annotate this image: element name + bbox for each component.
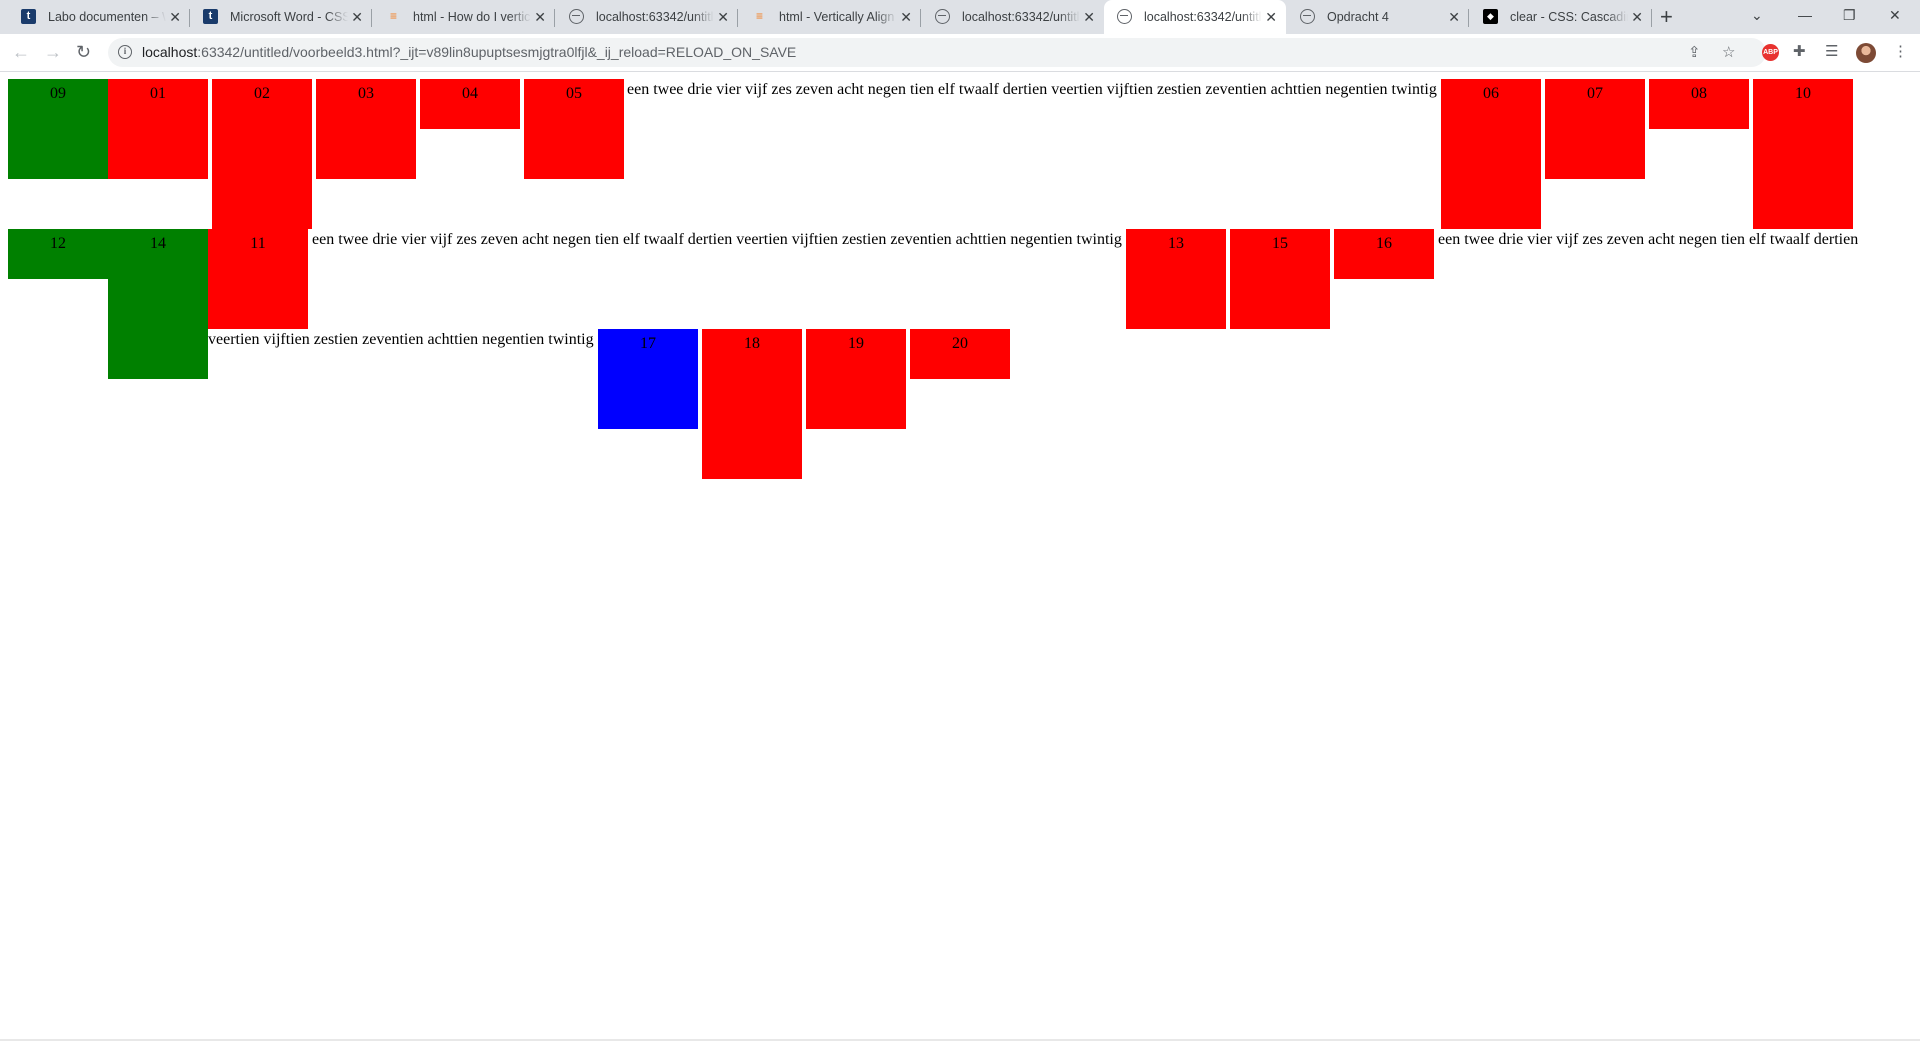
- close-icon[interactable]: ✕: [1083, 9, 1095, 25]
- mdn-icon: ◆: [1483, 9, 1498, 24]
- forward-arrow-icon[interactable]: →: [44, 42, 62, 62]
- globe-icon: [1117, 9, 1132, 24]
- box-08: 08: [1649, 79, 1749, 129]
- tab-separator: [554, 9, 555, 27]
- url-host: localhost: [142, 44, 198, 60]
- close-icon[interactable]: ✕: [351, 9, 363, 25]
- box-15: 15: [1230, 229, 1330, 329]
- tab-labo-documenten[interactable]: t Labo documenten – W ✕: [8, 0, 190, 34]
- globe-icon: [1300, 9, 1315, 24]
- tab-title: clear - CSS: Cascading: [1510, 10, 1628, 24]
- t-icon: t: [203, 9, 218, 24]
- inline-text-4: veertien vijftien zestien zeventien acht…: [208, 331, 594, 348]
- tab-title: localhost:63342/untitle: [1144, 10, 1262, 24]
- tab-separator: [1651, 9, 1652, 27]
- tab-microsoft-word[interactable]: t Microsoft Word - CSS ✕: [190, 0, 372, 34]
- address-bar[interactable]: i localhost:63342/untitled/voorbeeld3.ht…: [108, 38, 1766, 67]
- box-20: 20: [910, 329, 1010, 379]
- close-icon[interactable]: ✕: [900, 9, 912, 25]
- box-05: 05: [524, 79, 624, 179]
- globe-icon: [569, 9, 584, 24]
- box-12: 12: [8, 229, 108, 279]
- globe-icon: [935, 9, 950, 24]
- reading-list-icon[interactable]: ☰: [1825, 42, 1838, 62]
- profile-avatar[interactable]: [1856, 43, 1876, 63]
- box-04: 04: [420, 79, 520, 129]
- tab-mdn-clear[interactable]: ◆ clear - CSS: Cascading ✕: [1470, 0, 1652, 34]
- tab-title: localhost:63342/untitle: [962, 10, 1080, 24]
- close-icon[interactable]: ✕: [534, 9, 546, 25]
- box-10: 10: [1753, 79, 1853, 229]
- window-close-icon[interactable]: ✕: [1889, 5, 1901, 25]
- tab-separator: [920, 9, 921, 27]
- tab-title: Microsoft Word - CSS: [230, 10, 348, 24]
- box-11: 11: [208, 229, 308, 329]
- back-arrow-icon[interactable]: ←: [12, 42, 30, 62]
- t-icon: t: [21, 9, 36, 24]
- box-17: 17: [598, 329, 698, 429]
- adblock-plus-icon[interactable]: ABP: [1762, 44, 1779, 61]
- tab-opdracht-4[interactable]: Opdracht 4 ✕: [1287, 0, 1469, 34]
- share-icon[interactable]: ⇪: [1688, 45, 1701, 61]
- tab-stackoverflow-vertical[interactable]: ≡ html - How do I vertica ✕: [373, 0, 555, 34]
- stackoverflow-icon: ≡: [389, 9, 397, 23]
- inline-text-2: een twee drie vier vijf zes zeven acht n…: [312, 231, 1122, 248]
- close-icon[interactable]: ✕: [1448, 9, 1460, 25]
- tab-separator: [371, 9, 372, 27]
- reload-icon[interactable]: ↻: [76, 42, 91, 62]
- box-03: 03: [316, 79, 416, 179]
- box-16: 16: [1334, 229, 1434, 279]
- tab-separator: [1468, 9, 1469, 27]
- box-01: 01: [108, 79, 208, 179]
- close-icon[interactable]: ✕: [1631, 9, 1643, 25]
- inline-text-1: een twee drie vier vijf zes zeven acht n…: [627, 81, 1437, 98]
- box-09: 09: [8, 79, 108, 179]
- url-path: :63342/untitled/voorbeeld3.html?_ijt=v89…: [197, 44, 797, 60]
- tab-stackoverflow-align[interactable]: ≡ html - Vertically Align ✕: [739, 0, 921, 34]
- close-icon[interactable]: ✕: [169, 9, 181, 25]
- tab-title: html - How do I vertica: [413, 10, 531, 24]
- close-icon[interactable]: ✕: [1265, 9, 1277, 25]
- minimize-icon[interactable]: —: [1798, 5, 1812, 25]
- inline-text-3: een twee drie vier vijf zes zeven acht n…: [1438, 231, 1859, 248]
- stackoverflow-icon: ≡: [755, 9, 763, 23]
- tab-localhost-2[interactable]: localhost:63342/untitle ✕: [922, 0, 1104, 34]
- tab-localhost-1[interactable]: localhost:63342/untitle ✕: [556, 0, 738, 34]
- tab-title: html - Vertically Align: [779, 10, 895, 24]
- box-06: 06: [1441, 79, 1541, 229]
- bookmark-star-icon[interactable]: ☆: [1722, 45, 1735, 61]
- box-07: 07: [1545, 79, 1645, 179]
- tab-localhost-active[interactable]: localhost:63342/untitle ✕: [1104, 0, 1286, 34]
- box-19: 19: [806, 329, 906, 429]
- tab-search-chevron-icon[interactable]: ⌄: [1751, 5, 1763, 25]
- tab-title: Opdracht 4: [1327, 10, 1389, 24]
- site-info-icon[interactable]: i: [118, 45, 132, 59]
- browser-toolbar: ← → ↻ i localhost:63342/untitled/voorbee…: [0, 34, 1920, 72]
- close-icon[interactable]: ✕: [717, 9, 729, 25]
- tab-separator: [737, 9, 738, 27]
- restore-icon[interactable]: ❐: [1843, 5, 1856, 25]
- box-18: 18: [702, 329, 802, 479]
- box-13: 13: [1126, 229, 1226, 329]
- url-text[interactable]: localhost:63342/untitled/voorbeeld3.html…: [142, 43, 796, 61]
- box-14: 14: [108, 229, 208, 379]
- box-02: 02: [212, 79, 312, 229]
- tab-title: localhost:63342/untitle: [596, 10, 714, 24]
- page-viewport: 09 01 02 03 04 05 een twee drie vier vij…: [0, 72, 1920, 1041]
- tab-strip: t Labo documenten – W ✕ t Microsoft Word…: [0, 0, 1920, 34]
- extensions-puzzle-icon[interactable]: ✚: [1793, 42, 1806, 62]
- tab-title: Labo documenten – W: [48, 10, 166, 24]
- menu-kebab-icon[interactable]: ⋮: [1893, 42, 1908, 62]
- new-tab-plus-icon[interactable]: +: [1660, 4, 1673, 30]
